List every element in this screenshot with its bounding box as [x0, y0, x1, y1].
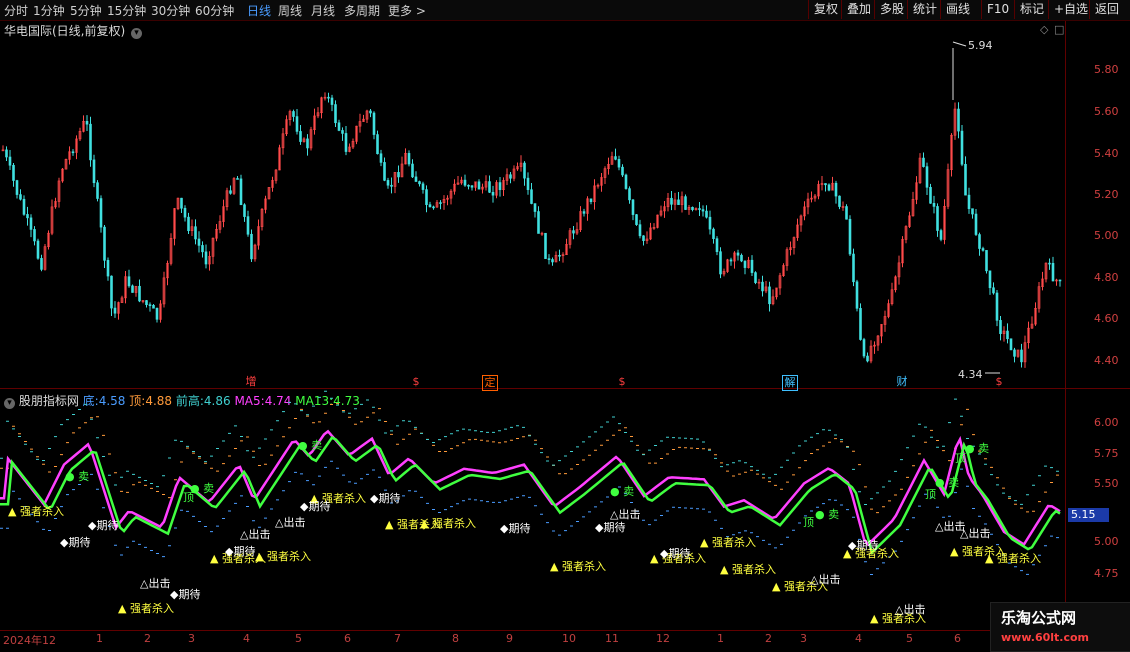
- signal-sell: ● 卖: [935, 476, 960, 489]
- signal-expect: ◆期待: [370, 492, 401, 505]
- signal-expect: ◆期待: [848, 539, 879, 552]
- price-tick: 4.40: [1094, 354, 1119, 367]
- signal-sell: ● 卖: [965, 442, 990, 455]
- indicator-tick: 4.75: [1094, 567, 1119, 580]
- signal-top: 顶: [803, 516, 814, 529]
- axis-divider: [1065, 21, 1066, 650]
- signal-sell: ● 卖: [610, 485, 635, 498]
- signal-strong-kill: ▲ 强者杀入: [720, 563, 776, 576]
- indicator-chart: [0, 390, 1061, 575]
- date-tick: 11: [605, 632, 619, 645]
- signal-strike: △出击: [610, 508, 641, 521]
- date-tick: 1: [96, 632, 103, 645]
- date-tick: 9: [506, 632, 513, 645]
- price-tick: 5.60: [1094, 105, 1119, 118]
- price-tick: 5.40: [1094, 147, 1119, 160]
- date-tick: 4: [855, 632, 862, 645]
- indicator-tick: 5.50: [1094, 477, 1119, 490]
- date-tick: 5: [295, 632, 302, 645]
- signal-expect: ◆期待: [660, 547, 691, 560]
- price-tick: 5.80: [1094, 63, 1119, 76]
- price-tick: 4.80: [1094, 271, 1119, 284]
- signal-strike: △出击: [275, 516, 306, 529]
- price-tick: 5.00: [1094, 229, 1119, 242]
- signal-top: 顶: [183, 491, 194, 504]
- signal-top: 顶: [955, 452, 966, 465]
- signal-expect: ◆期待: [500, 522, 531, 535]
- date-tick: 7: [394, 632, 401, 645]
- date-tick: 5: [906, 632, 913, 645]
- date-tick: 12: [656, 632, 670, 645]
- watermark-url: www.60lt.com: [1001, 631, 1090, 644]
- signal-strike: △出击: [960, 527, 991, 540]
- signal-sell: ● 卖: [298, 439, 323, 452]
- signal-expect: ◆期待: [300, 500, 331, 513]
- prev-high-dashes: [0, 390, 1059, 505]
- date-tick: 1: [717, 632, 724, 645]
- bottom-dashes: [0, 460, 1059, 575]
- date-tick: 10: [562, 632, 576, 645]
- price-tick: 5.20: [1094, 188, 1119, 201]
- signal-strong-kill: ▲ 强者杀入: [700, 536, 756, 549]
- signal-expect: ◆期待: [60, 536, 91, 549]
- date-tick: 6: [954, 632, 961, 645]
- date-tick: 3: [800, 632, 807, 645]
- signal-strong-kill: ▲ 强者杀入: [8, 505, 64, 518]
- signal-strike: △出击: [240, 528, 271, 541]
- signal-strong-kill: ▲ 强者杀入: [255, 550, 311, 563]
- signal-sell: ● 卖: [815, 508, 840, 521]
- signal-strike: △出击: [810, 573, 841, 586]
- signal-strike: △出击: [895, 603, 926, 616]
- signal-expect: ◆期待: [88, 519, 119, 532]
- signal-top: 顶: [925, 488, 936, 501]
- top-dashes: [0, 403, 1059, 514]
- date-tick: 6: [344, 632, 351, 645]
- signal-strong-kill: ▲ 强者杀入: [550, 560, 606, 573]
- signal-expect: ◆期待: [170, 588, 201, 601]
- date-tick: 2: [144, 632, 151, 645]
- signal-strike: △出击: [140, 577, 171, 590]
- signal-strong-kill: ▲ 强者杀入: [420, 517, 476, 530]
- back-button[interactable]: 返回: [1089, 0, 1124, 19]
- date-tick: 8: [452, 632, 459, 645]
- watermark-title: 乐淘公式网: [1001, 609, 1077, 627]
- date-tick: 2: [765, 632, 772, 645]
- signal-strong-kill: ▲ 强者杀入: [118, 602, 174, 615]
- price-tick: 4.60: [1094, 312, 1119, 325]
- date-tick: 3: [188, 632, 195, 645]
- site-watermark: 乐淘公式网 www.60lt.com: [990, 602, 1130, 652]
- indicator-tick: 5.00: [1094, 535, 1119, 548]
- indicator-tick: 6.00: [1094, 416, 1119, 429]
- signal-expect: ◆期待: [225, 545, 256, 558]
- signal-strong-kill: ▲ 强者杀入: [985, 552, 1041, 565]
- signal-sell: ● 卖: [65, 470, 90, 483]
- current-price-box: 5.15: [1068, 508, 1109, 522]
- date-tick: 4: [243, 632, 250, 645]
- date-tick: 2024年12: [3, 634, 56, 647]
- indicator-tick: 5.75: [1094, 447, 1119, 460]
